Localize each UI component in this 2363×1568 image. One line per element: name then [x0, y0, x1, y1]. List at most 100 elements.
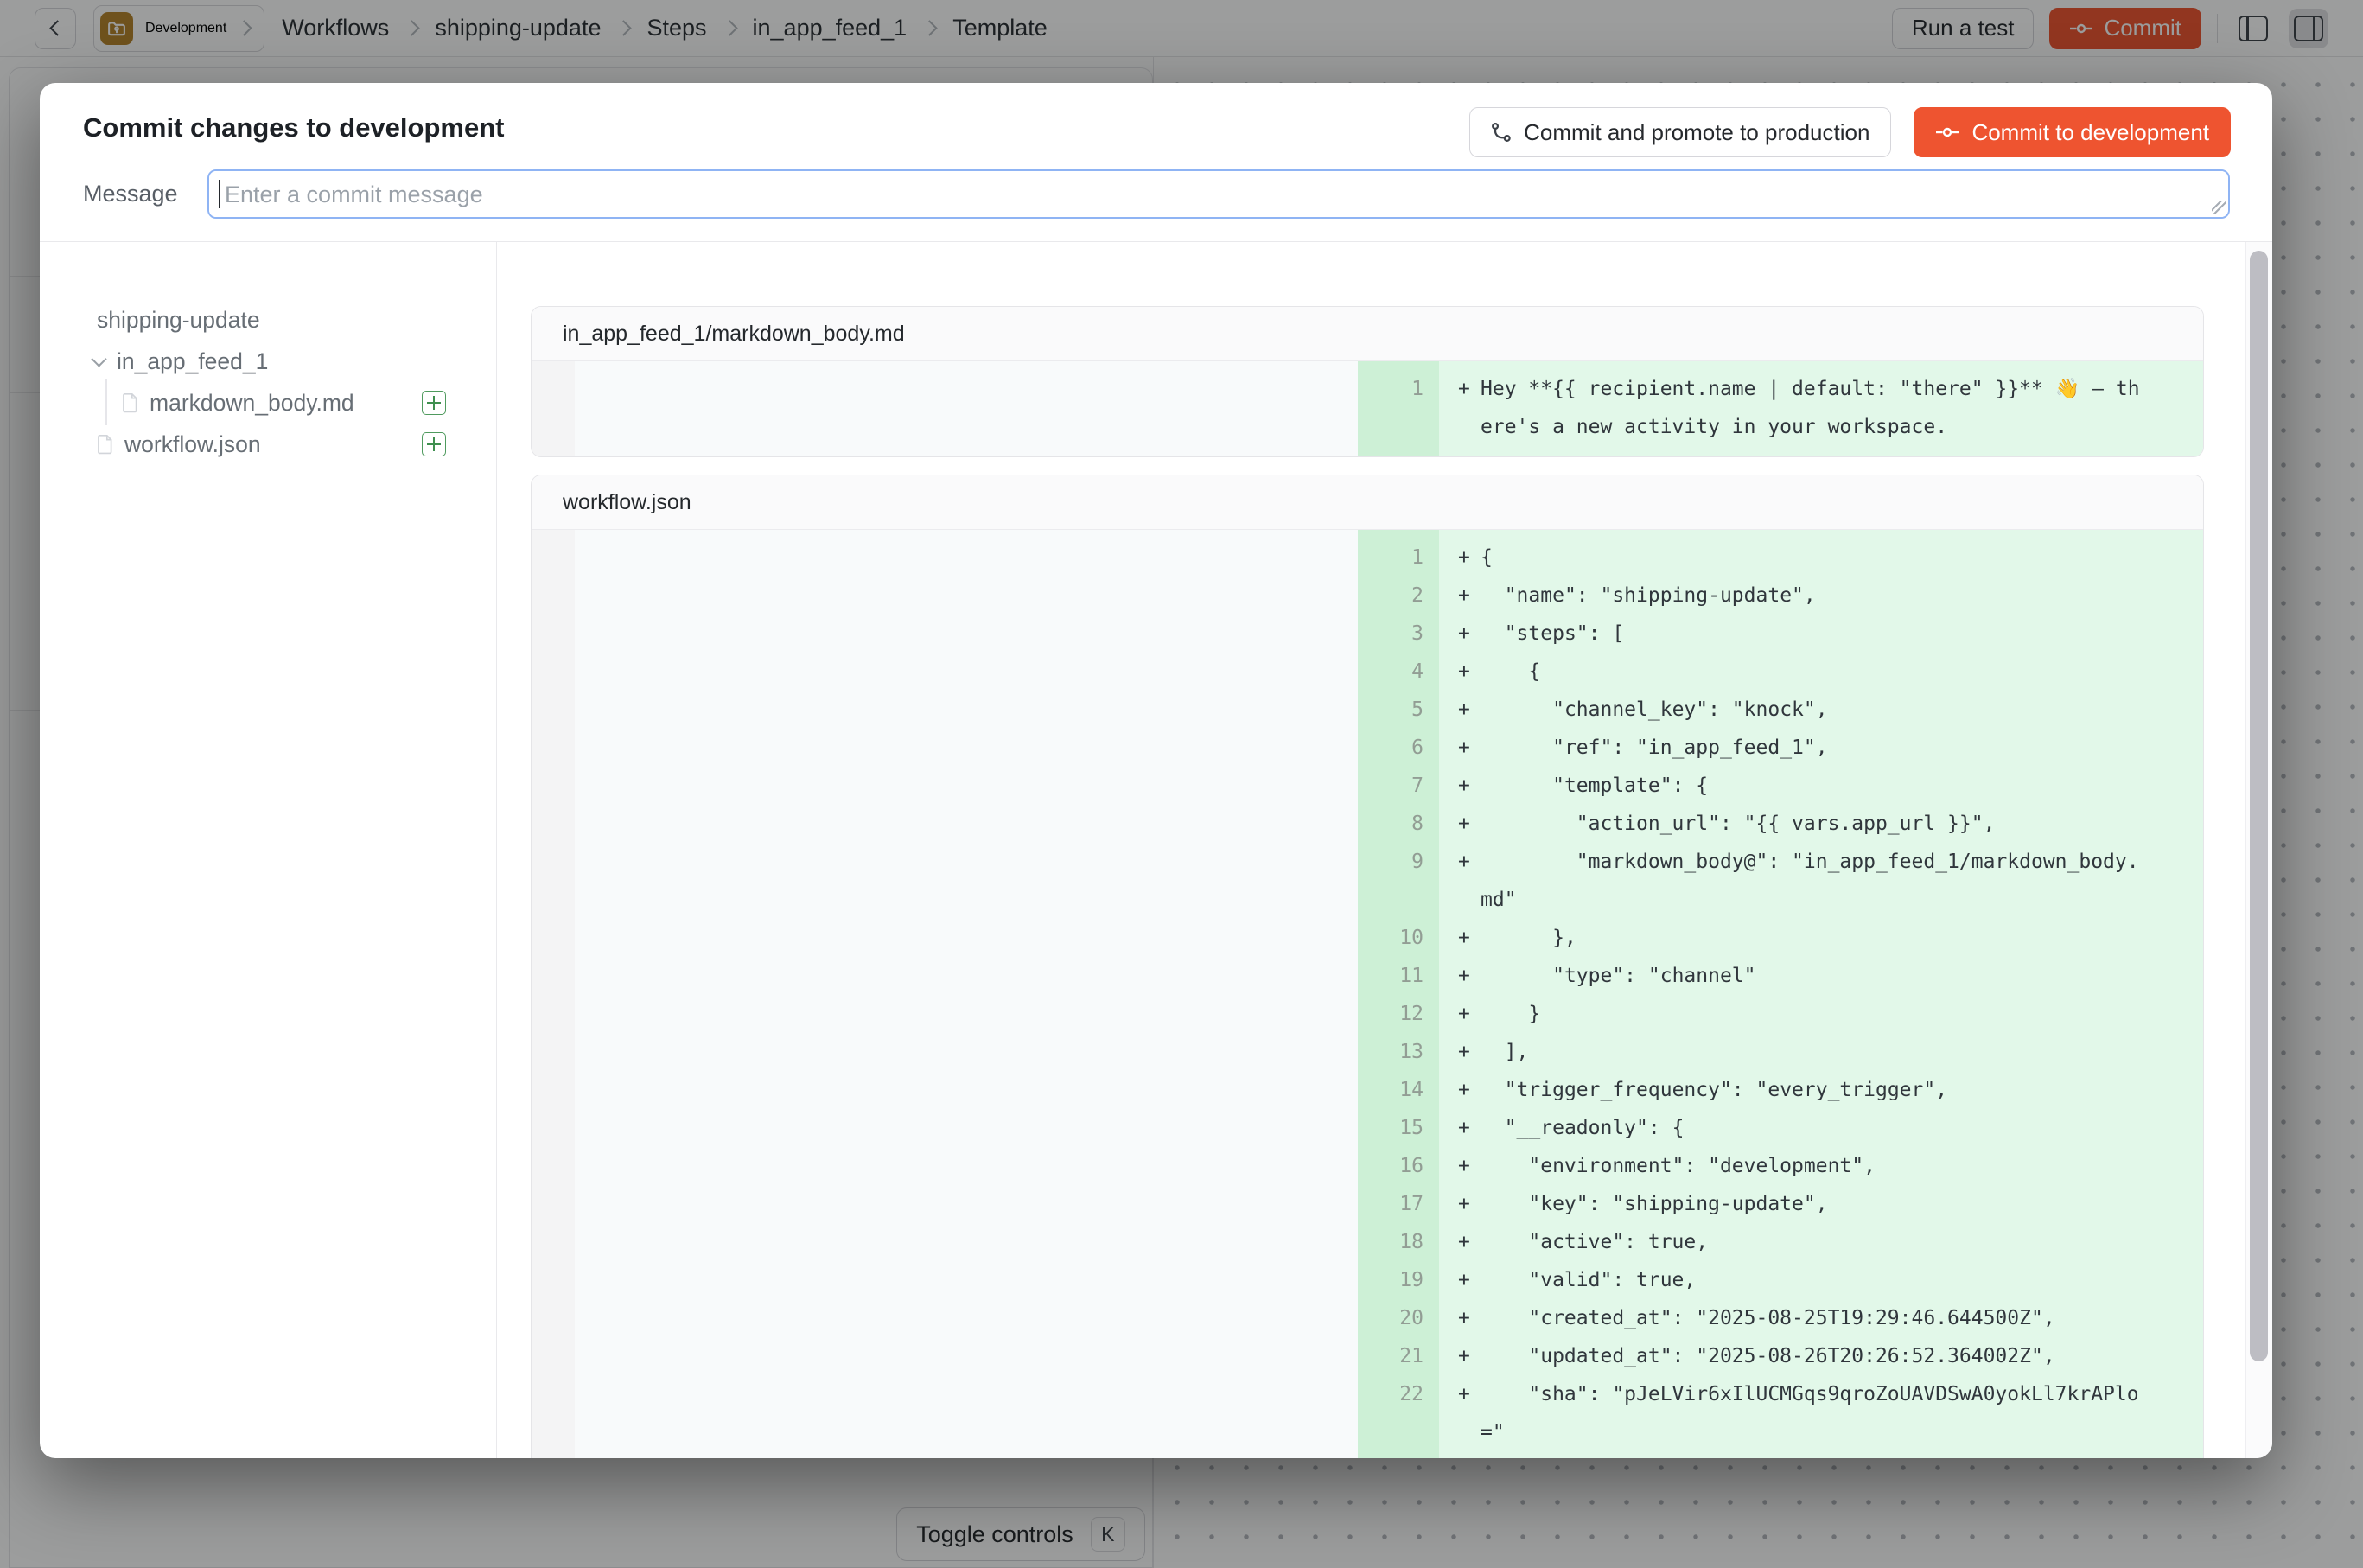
diff-line: 13+ ],: [532, 1033, 2203, 1071]
line-number: 20: [1358, 1299, 1439, 1337]
diff-added-sign: +: [1439, 577, 1481, 615]
modal-actions: Commit and promote to production Commit …: [1469, 107, 2231, 157]
line-number: 1: [1358, 539, 1439, 577]
code-text: "type": "channel": [1481, 957, 2146, 995]
diff-added-sign: +: [1439, 767, 1481, 805]
diff-rows: 1+{2+ "name": "shipping-update",3+ "step…: [532, 530, 2203, 1458]
diff-line: 11+ "type": "channel": [532, 957, 2203, 995]
diff-line: 14+ "trigger_frequency": "every_trigger"…: [532, 1071, 2203, 1109]
code-text: }: [1481, 1451, 2146, 1458]
diff-line: 20+ "created_at": "2025-08-25T19:29:46.6…: [532, 1299, 2203, 1337]
code-text: },: [1481, 919, 2146, 957]
commit-to-development-button[interactable]: Commit to development: [1914, 107, 2231, 157]
diff-line: 1+Hey **{{ recipient.name | default: "th…: [532, 370, 2203, 446]
tree-item-markdown-body[interactable]: markdown_body.md: [40, 382, 496, 424]
diff-added-sign: +: [1439, 729, 1481, 767]
modal-title: Commit changes to development: [83, 112, 504, 143]
code-text: {: [1481, 653, 2146, 691]
changed-files-tree: shipping-update in_app_feed_1 markdown_b…: [40, 242, 497, 1458]
code-text: ],: [1481, 1033, 2146, 1071]
diff-added-sign: +: [1439, 1375, 1481, 1451]
screen: Development Workflows shipping-update St…: [0, 0, 2363, 1568]
diff-added-sign: +: [1439, 957, 1481, 995]
diff-rows: 1+Hey **{{ recipient.name | default: "th…: [532, 361, 2203, 456]
line-number: 19: [1358, 1261, 1439, 1299]
code-text: "action_url": "{{ vars.app_url }}",: [1481, 805, 2146, 843]
code-text: "active": true,: [1481, 1223, 2146, 1261]
code-text: "channel_key": "knock",: [1481, 691, 2146, 729]
tree-item-workflow-root[interactable]: shipping-update: [40, 299, 496, 341]
diff-line: 19+ "valid": true,: [532, 1261, 2203, 1299]
commit-and-promote-button[interactable]: Commit and promote to production: [1469, 107, 1891, 157]
diff-line: 6+ "ref": "in_app_feed_1",: [532, 729, 2203, 767]
diff-added-sign: +: [1439, 691, 1481, 729]
line-number: 2: [1358, 577, 1439, 615]
code-text: "steps": [: [1481, 615, 2146, 653]
code-text: "valid": true,: [1481, 1261, 2146, 1299]
diff-added-sign: +: [1439, 1261, 1481, 1299]
resize-grip-icon[interactable]: [2212, 201, 2226, 214]
diff-line: 5+ "channel_key": "knock",: [532, 691, 2203, 729]
diff-added-sign: +: [1439, 653, 1481, 691]
line-number: 16: [1358, 1147, 1439, 1185]
modal-scrollbar-thumb[interactable]: [2250, 251, 2268, 1361]
line-number: 13: [1358, 1033, 1439, 1071]
diff-line: 8+ "action_url": "{{ vars.app_url }}",: [532, 805, 2203, 843]
line-number: 18: [1358, 1223, 1439, 1261]
diff-added-sign: +: [1439, 1451, 1481, 1458]
modal-scrollbar-track[interactable]: [2245, 242, 2272, 1458]
text-caret: [219, 180, 220, 208]
diff-added-sign: +: [1439, 1109, 1481, 1147]
diff-added-sign: +: [1439, 1033, 1481, 1071]
code-text: "__readonly": {: [1481, 1109, 2146, 1147]
code-text: Hey **{{ recipient.name | default: "ther…: [1481, 370, 2146, 446]
line-number: 4: [1358, 653, 1439, 691]
diff-line: 22+ "sha": "pJeLVir6xIlUCMGqs9qroZoUAVDS…: [532, 1375, 2203, 1451]
diff-line: 3+ "steps": [: [532, 615, 2203, 653]
file-icon: [122, 392, 139, 413]
code-text: }: [1481, 995, 2146, 1033]
code-text: "sha": "pJeLVir6xIlUCMGqs9qroZoUAVDSwA0y…: [1481, 1375, 2146, 1451]
diff-added-sign: +: [1439, 1337, 1481, 1375]
commit-icon: [1935, 126, 1959, 138]
code-text: "created_at": "2025-08-25T19:29:46.64450…: [1481, 1299, 2146, 1337]
diff-added-sign: +: [1439, 1223, 1481, 1261]
added-file-icon: [422, 391, 446, 415]
tree-guide-line: [105, 379, 107, 425]
line-number: 12: [1358, 995, 1439, 1033]
code-text: "environment": "development",: [1481, 1147, 2146, 1185]
line-number: 23: [1358, 1451, 1439, 1458]
diff-added-sign: +: [1439, 615, 1481, 653]
tree-item-workflow-json[interactable]: workflow.json: [40, 424, 496, 465]
diff-added-sign: +: [1439, 805, 1481, 843]
diff-line: 9+ "markdown_body@": "in_app_feed_1/mark…: [532, 843, 2203, 919]
line-number: 3: [1358, 615, 1439, 653]
diff-line: 15+ "__readonly": {: [532, 1109, 2203, 1147]
diff-line: 17+ "key": "shipping-update",: [532, 1185, 2203, 1223]
diff-panel-markdown-body: in_app_feed_1/markdown_body.md 1+Hey **{…: [531, 306, 2204, 457]
tree-item-step-group[interactable]: in_app_feed_1: [40, 341, 496, 382]
code-text: "markdown_body@": "in_app_feed_1/markdow…: [1481, 843, 2146, 919]
diff-added-sign: +: [1439, 843, 1481, 919]
diff-line: 16+ "environment": "development",: [532, 1147, 2203, 1185]
diff-added-sign: +: [1439, 539, 1481, 577]
diff-added-sign: +: [1439, 1299, 1481, 1337]
commit-message-input[interactable]: [207, 169, 2230, 219]
diff-filename: in_app_feed_1/markdown_body.md: [532, 307, 2203, 361]
diff-line: 10+ },: [532, 919, 2203, 957]
diff-line: 18+ "active": true,: [532, 1223, 2203, 1261]
line-number: 17: [1358, 1185, 1439, 1223]
commit-modal: Commit changes to development Commit and…: [40, 83, 2272, 1458]
chevron-down-icon: [91, 351, 106, 367]
line-number: 14: [1358, 1071, 1439, 1109]
line-number: 5: [1358, 691, 1439, 729]
diff-line: 4+ {: [532, 653, 2203, 691]
line-number: 7: [1358, 767, 1439, 805]
diff-line: 23+ }: [532, 1451, 2203, 1458]
file-icon: [97, 434, 114, 455]
line-number: 1: [1358, 370, 1439, 446]
line-number: 9: [1358, 843, 1439, 919]
modal-body: shipping-update in_app_feed_1 markdown_b…: [40, 242, 2272, 1458]
added-file-icon: [422, 432, 446, 456]
message-label: Message: [83, 181, 178, 207]
